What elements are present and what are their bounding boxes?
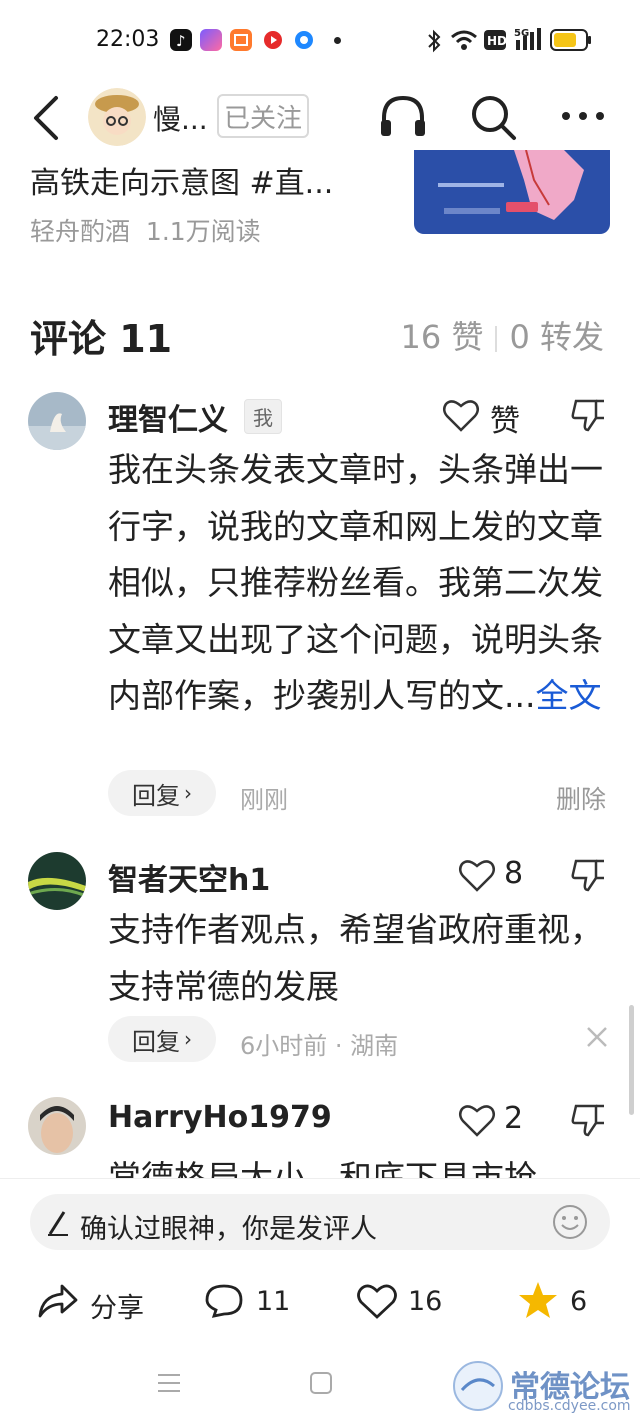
- emoji-icon[interactable]: [552, 1204, 588, 1244]
- search-icon[interactable]: [468, 92, 518, 146]
- comment-time: 刚刚: [240, 786, 288, 814]
- like-label[interactable]: 赞: [490, 396, 520, 440]
- commenter-avatar[interactable]: [28, 1097, 86, 1155]
- like-count[interactable]: 16: [408, 1286, 442, 1317]
- bottom-divider: [0, 1178, 640, 1179]
- forum-watermark-logo: [452, 1360, 504, 1416]
- chevron-right-icon: ›: [184, 1027, 192, 1051]
- more-icon[interactable]: [560, 108, 610, 128]
- me-tag: 我: [244, 399, 282, 434]
- dislike-icon[interactable]: [570, 856, 608, 898]
- battery-icon: [550, 29, 592, 55]
- menu-nav-icon[interactable]: [156, 1370, 182, 1400]
- follow-button[interactable]: 已关注: [217, 94, 309, 138]
- comment-text: 支持作者观点，希望省政府重视，支持常德的发展: [108, 910, 603, 1006]
- article-source[interactable]: 轻舟酌酒: [30, 217, 130, 246]
- svg-text:♪: ♪: [176, 32, 186, 50]
- wifi-icon: [450, 28, 478, 56]
- top-nav-bar: [0, 80, 640, 156]
- bluetooth-icon: [426, 28, 442, 58]
- favorite-count[interactable]: 6: [570, 1286, 587, 1317]
- close-icon[interactable]: [584, 1024, 610, 1054]
- browser-app-icon: [293, 29, 315, 51]
- reply-button[interactable]: 回复 ›: [108, 1016, 216, 1062]
- comment-input-placeholder[interactable]: 确认过眼神，你是发评人: [80, 1207, 377, 1246]
- more-notifications-icon: [334, 37, 341, 44]
- delete-button[interactable]: 删除: [556, 780, 606, 816]
- back-icon[interactable]: [28, 94, 64, 146]
- status-bar: 22:03 ♪ HD 5G: [0, 0, 640, 80]
- article-meta: 轻舟酌酒 1.1万阅读: [30, 212, 261, 248]
- total-reposts[interactable]: 0 转发: [509, 318, 604, 356]
- total-likes[interactable]: 16 赞: [401, 318, 484, 356]
- commenter-name[interactable]: HarryHo1979: [108, 1100, 332, 1135]
- reply-button[interactable]: 回复 ›: [108, 770, 216, 816]
- like-count[interactable]: 8: [504, 856, 523, 891]
- like-heart-icon[interactable]: [356, 1282, 398, 1324]
- article-reads: 1.1万阅读: [145, 217, 261, 246]
- svg-text:HD: HD: [487, 34, 506, 48]
- share-label[interactable]: 分享: [90, 1286, 144, 1325]
- article-thumbnail[interactable]: [414, 150, 610, 234]
- commenter-name[interactable]: 智者天空h1: [108, 855, 270, 899]
- commenter-name[interactable]: 理智仁义: [108, 395, 228, 439]
- dislike-icon[interactable]: [570, 396, 608, 438]
- signal-icon: 5G: [514, 26, 546, 56]
- chevron-right-icon: ›: [184, 781, 192, 805]
- home-nav-icon[interactable]: [308, 1370, 334, 1400]
- video-app-icon: [262, 29, 284, 51]
- comment-count[interactable]: 11: [256, 1286, 290, 1317]
- comment-bubble-icon[interactable]: [204, 1282, 244, 1324]
- scrollbar[interactable]: [629, 1005, 634, 1115]
- watermark-url: cdbbs.cdyee.com: [508, 1398, 631, 1414]
- star-icon[interactable]: [518, 1280, 558, 1324]
- heart-icon[interactable]: [458, 857, 496, 897]
- author-avatar[interactable]: [88, 88, 146, 146]
- heart-icon[interactable]: [442, 397, 480, 437]
- stats-divider: [495, 326, 498, 352]
- pen-icon: [44, 1208, 70, 1242]
- audio-headphones-icon[interactable]: [378, 92, 428, 146]
- comment-text: 常德格局太小，和底下县市抢: [108, 1158, 537, 1178]
- status-time: 22:03: [96, 27, 160, 52]
- comment-time-location: 6小时前 · 湖南: [240, 1032, 399, 1060]
- commenter-avatar[interactable]: [28, 392, 86, 450]
- commenter-avatar[interactable]: [28, 852, 86, 910]
- like-count[interactable]: 2: [504, 1101, 523, 1136]
- app-icon: [200, 29, 222, 51]
- author-name[interactable]: 慢...: [153, 98, 208, 138]
- comments-stats: 16 赞 0 转发: [401, 312, 604, 358]
- full-text-link[interactable]: 全文: [535, 676, 601, 715]
- comment-text: 我在头条发表文章时，头条弹出一行字，说我的文章和网上发的文章相似，只推荐粉丝看。…: [108, 450, 603, 715]
- hd-icon: HD: [484, 30, 507, 54]
- book-app-icon: [230, 29, 252, 51]
- dislike-icon[interactable]: [570, 1101, 608, 1143]
- article-title[interactable]: 高铁走向示意图 #直...: [30, 158, 390, 198]
- tiktok-icon: ♪: [170, 29, 192, 51]
- share-icon[interactable]: [36, 1282, 78, 1324]
- heart-icon[interactable]: [458, 1102, 496, 1142]
- comments-title: 评论 11: [30, 317, 173, 361]
